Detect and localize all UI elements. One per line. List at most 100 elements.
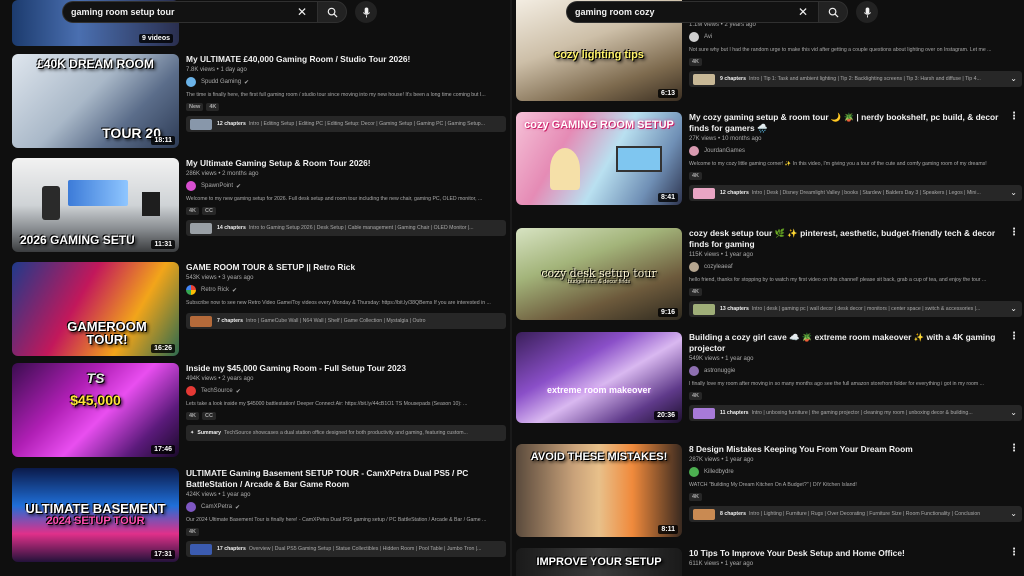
video-meta: 543K views • 3 years ago	[186, 275, 254, 281]
badge: 4K	[206, 103, 220, 111]
more-options-button[interactable]: ⋮	[1009, 228, 1019, 238]
search-button[interactable]	[818, 1, 848, 23]
video-result[interactable]: TS $45,000 17:46 Inside my $45,000 Gamin…	[0, 363, 512, 463]
video-description: WATCH "Building My Dream Kitchen On A Bu…	[689, 482, 857, 488]
video-thumbnail[interactable]: TS $45,000 17:46	[12, 363, 179, 457]
chapters-bar[interactable]: 13 chapters Intro | desk | gaming pc | wa…	[689, 301, 1022, 317]
video-title[interactable]: My ULTIMATE £40,000 Gaming Room / Studio…	[186, 54, 506, 65]
video-result[interactable]: £40K DREAM ROOM TOUR 20 18:11 My ULTIMAT…	[0, 54, 512, 154]
chapter-thumbnail	[190, 315, 212, 327]
thumbnail-text: IMPROVE YOUR SETUP	[536, 556, 662, 568]
chapters-bar[interactable]: 12 chapters Intro | Editing Setup | Editi…	[186, 116, 506, 132]
clear-search-button[interactable]: ✕	[295, 5, 309, 19]
more-options-button[interactable]: ⋮	[1009, 332, 1019, 342]
channel-link[interactable]: astronuggie	[689, 366, 999, 376]
avatar	[689, 32, 699, 42]
chevron-down-icon[interactable]: ⌄	[1010, 188, 1017, 197]
search-input[interactable]: gaming room setup tour ✕	[62, 1, 317, 23]
video-title[interactable]: Building a cozy girl cave ☁️ 🪴 extreme r…	[689, 332, 999, 354]
video-duration: 17:46	[151, 445, 175, 454]
badge-list: 4K	[689, 172, 999, 180]
video-title[interactable]: 8 Design Mistakes Keeping You From Your …	[689, 444, 999, 455]
video-title[interactable]: Inside my $45,000 Gaming Room - Full Set…	[186, 363, 506, 374]
channel-link[interactable]: TechSource ✔	[186, 386, 506, 396]
badge: 4K	[689, 172, 703, 180]
chapters-bar[interactable]: 7 chapters Intro | GameCube Wall | N64 Wa…	[186, 313, 506, 329]
video-title[interactable]: cozy desk setup tour 🌿 ✨ pinterest, aest…	[689, 228, 999, 250]
badge-list: 4K	[689, 493, 999, 501]
playlist-badge: 9 videos	[138, 34, 173, 43]
video-meta: 27K views • 10 months ago	[689, 136, 762, 142]
ai-summary-bar[interactable]: ✦ Summary TechSource showcases a dual stat…	[186, 425, 506, 441]
video-thumbnail[interactable]: £40K DREAM ROOM TOUR 20 18:11	[12, 54, 179, 148]
video-description: The time is finally here, the first full…	[186, 92, 486, 98]
video-result[interactable]: GAMEROOM TOUR! 16:26 GAME ROOM TOUR & SE…	[0, 262, 512, 358]
badge: CC	[202, 412, 216, 420]
chapters-bar[interactable]: 14 chapters Intro to Gaming Setup 2026 | …	[186, 220, 506, 236]
chapter-thumbnail	[693, 407, 715, 419]
chevron-down-icon[interactable]: ⌄	[1010, 408, 1017, 417]
channel-link[interactable]: Retro Rick ✔	[186, 285, 506, 295]
video-thumbnail[interactable]: cozy GAMING ROOM SETUP 8:41	[516, 112, 682, 205]
chevron-down-icon[interactable]: ⌄	[1010, 74, 1017, 83]
voice-search-button[interactable]	[355, 1, 377, 23]
clear-search-button[interactable]: ✕	[796, 5, 810, 19]
more-options-button[interactable]: ⋮	[1009, 112, 1019, 122]
video-thumbnail[interactable]: ULTIMATE BASEMENT 2024 SETUP TOUR 17:31	[12, 468, 179, 562]
video-meta: 611K views • 1 year ago	[689, 561, 754, 567]
video-duration: 20:36	[654, 411, 678, 420]
video-result[interactable]: IMPROVE YOUR SETUP 10 Tips To Improve Yo…	[512, 548, 1024, 576]
channel-link[interactable]: Spudd Gaming ✔	[186, 77, 506, 87]
video-duration: 18:11	[151, 136, 175, 145]
video-thumbnail[interactable]: IMPROVE YOUR SETUP	[516, 548, 682, 576]
avatar	[186, 77, 196, 87]
video-title[interactable]: 10 Tips To Improve Your Desk Setup and H…	[689, 548, 999, 559]
badge: New	[186, 103, 204, 111]
search-input[interactable]: gaming room cozy ✕	[566, 1, 818, 23]
video-result[interactable]: 2026 GAMING SETU 11:31 My Ultimate Gamin…	[0, 158, 512, 258]
channel-link[interactable]: cozyleaeaf	[689, 262, 999, 272]
search-bar: gaming room cozy ✕	[566, 0, 878, 24]
channel-link[interactable]: Killedbydre	[689, 467, 999, 477]
thumbnail-text: £40K DREAM ROOM	[37, 57, 154, 71]
video-result[interactable]: ULTIMATE BASEMENT 2024 SETUP TOUR 17:31 …	[0, 468, 512, 576]
video-thumbnail[interactable]: extreme room makeover 20:36	[516, 332, 682, 423]
video-result[interactable]: cozy desk setup tour budget tech & decor…	[512, 228, 1024, 328]
video-thumbnail[interactable]: GAMEROOM TOUR! 16:26	[12, 262, 179, 356]
chapters-bar[interactable]: 9 chapters Intro | Tip 1: Task and ambien…	[689, 71, 1022, 87]
badge-list: 4K	[689, 288, 999, 296]
badge: 4K	[689, 493, 703, 501]
video-title[interactable]: My Ultimate Gaming Setup & Room Tour 202…	[186, 158, 506, 169]
badge-list: 4K	[689, 58, 1019, 66]
chapters-bar[interactable]: 17 chapters Overview | Dual PS5 Gaming Se…	[186, 541, 506, 557]
video-title[interactable]: My cozy gaming setup & room tour 🌙 🪴 | n…	[689, 112, 999, 134]
video-meta: 287K views • 1 year ago	[689, 457, 754, 463]
chapters-bar[interactable]: 12 chapters Intro | Desk | Disney Dreamli…	[689, 185, 1022, 201]
channel-link[interactable]: JourdanGames	[689, 146, 999, 156]
chapters-bar[interactable]: 11 chapters Intro | unboxing furniture | …	[689, 405, 1022, 421]
video-title[interactable]: ULTIMATE Gaming Basement SETUP TOUR - Ca…	[186, 468, 506, 490]
chapters-bar[interactable]: 8 chapters Intro | Lighting | Furniture |…	[689, 506, 1022, 522]
chevron-down-icon[interactable]: ⌄	[1010, 509, 1017, 518]
video-thumbnail[interactable]: cozy desk setup tour budget tech & decor…	[516, 228, 682, 320]
verified-icon: ✔	[236, 183, 242, 190]
avatar	[186, 386, 196, 396]
search-icon	[327, 7, 338, 18]
video-meta: 549K views • 1 year ago	[689, 356, 754, 362]
badge-list: 4K CC	[186, 207, 506, 215]
more-options-button[interactable]: ⋮	[1009, 548, 1019, 558]
video-result[interactable]: cozy GAMING ROOM SETUP 8:41 My cozy gami…	[512, 112, 1024, 220]
video-title[interactable]: GAME ROOM TOUR & SETUP || Retro Rick	[186, 262, 506, 273]
video-result[interactable]: AVOID THESE MISTAKES! 8:11 8 Design Mist…	[512, 444, 1024, 544]
channel-link[interactable]: CamXPetra ✔	[186, 502, 506, 512]
search-button[interactable]	[317, 1, 347, 23]
voice-search-button[interactable]	[856, 1, 878, 23]
thumbnail-text: extreme room makeover	[546, 385, 652, 395]
more-options-button[interactable]: ⋮	[1009, 444, 1019, 454]
chevron-down-icon[interactable]: ⌄	[1010, 304, 1017, 313]
channel-link[interactable]: SpawnPoint ✔	[186, 181, 506, 191]
video-thumbnail[interactable]: AVOID THESE MISTAKES! 8:11	[516, 444, 682, 537]
video-result[interactable]: extreme room makeover 20:36 Building a c…	[512, 332, 1024, 440]
channel-link[interactable]: Avi	[689, 32, 1019, 42]
video-thumbnail[interactable]: 2026 GAMING SETU 11:31	[12, 158, 179, 252]
